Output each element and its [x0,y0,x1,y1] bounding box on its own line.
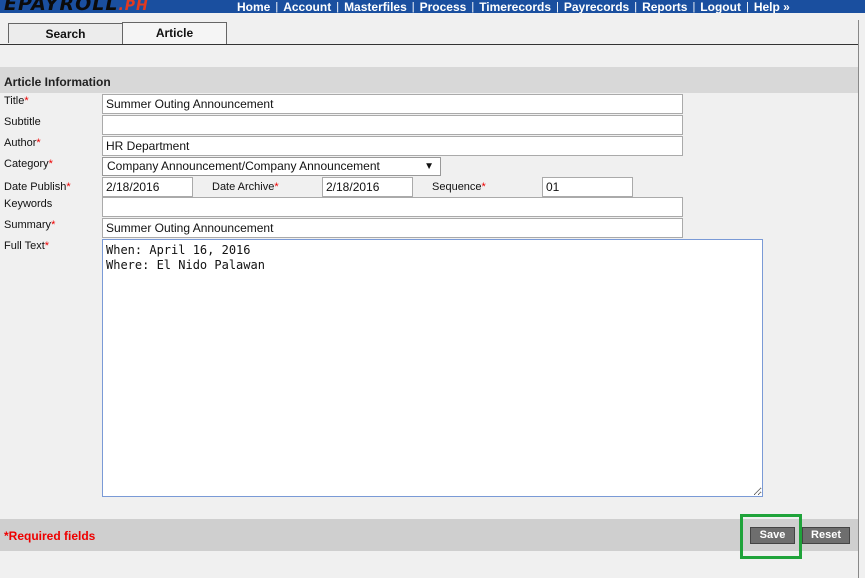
category-label: Category* [4,158,53,170]
nav-payrecords[interactable]: Payrecords [559,1,634,13]
content-border [858,20,859,578]
main-nav: Home | Account | Masterfiles | Process | Tim… [232,0,795,13]
category-select[interactable]: Company Announcement/Company Announcemen… [102,157,441,176]
title-label: Title* [4,95,29,107]
nav-account[interactable]: Account [278,1,336,13]
full-text-label: Full Text* [4,240,50,252]
save-highlight-box [740,514,802,559]
nav-process[interactable]: Process [415,1,472,13]
nav-home[interactable]: Home [232,1,275,13]
author-input[interactable]: HR Department [102,136,683,156]
keywords-input[interactable] [102,197,683,217]
date-archive-input[interactable]: 2/18/2016 [322,177,413,197]
subtitle-label: Subtitle [4,116,41,128]
nav-timerecords[interactable]: Timerecords [474,1,556,13]
chevron-down-icon: ▼ [424,161,434,172]
keywords-label: Keywords [4,198,53,210]
full-text-textarea[interactable]: When: April 16, 2016 Where: El Nido Pala… [102,239,763,497]
nav-masterfiles[interactable]: Masterfiles [339,1,412,13]
summary-input[interactable]: Summer Outing Announcement [102,218,683,238]
section-header: Article Information [0,67,858,93]
form-footer: *Required fields Save Reset [0,519,858,551]
date-publish-input[interactable]: 2/18/2016 [102,177,193,197]
date-archive-label: Date Archive* [212,181,279,193]
section-title: Article Information [4,75,111,89]
reset-button[interactable]: Reset [802,527,850,544]
sequence-label: Sequence* [432,181,486,193]
tab-strip: Search Article [0,20,858,45]
author-label: Author* [4,137,41,149]
summary-label: Summary* [4,219,56,231]
top-navigation-bar: EPAYROLL.PH Home | Account | Masterfiles | … [0,0,865,13]
sequence-input[interactable]: 01 [542,177,633,197]
tab-article[interactable]: Article [122,22,227,44]
nav-reports[interactable]: Reports [637,1,692,13]
category-value: Company Announcement/Company Announcemen… [107,159,380,173]
date-publish-label: Date Publish* [4,181,71,193]
title-input[interactable]: Summer Outing Announcement [102,94,683,114]
subtitle-input[interactable] [102,115,683,135]
nav-logout[interactable]: Logout [695,1,746,13]
required-fields-note: *Required fields [4,529,96,543]
tab-search[interactable]: Search [8,23,123,43]
nav-help[interactable]: Help » [749,1,795,13]
app-logo: EPAYROLL.PH [4,0,149,13]
